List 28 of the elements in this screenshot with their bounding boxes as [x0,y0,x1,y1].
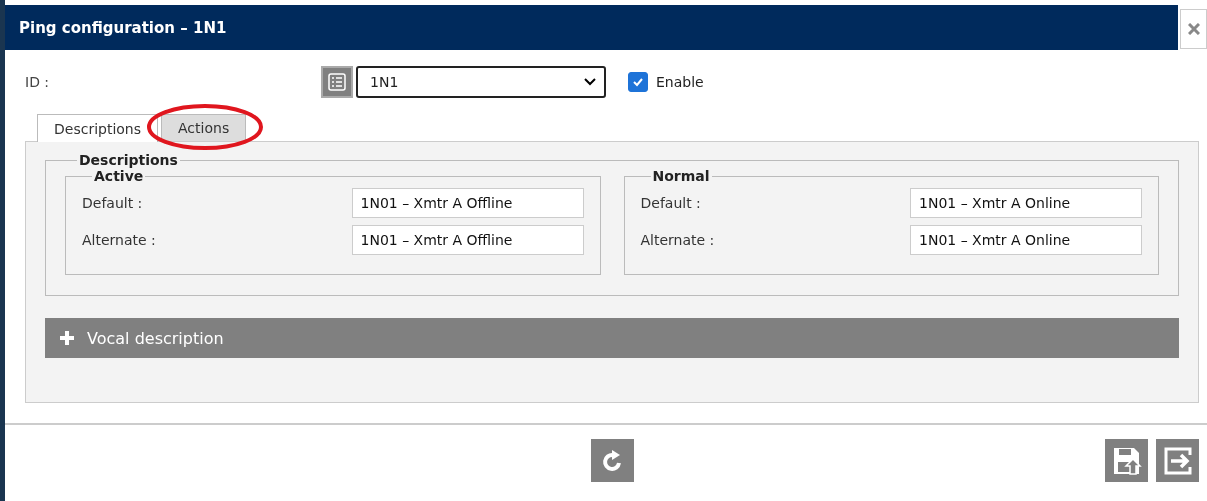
tab[interactable]: Descriptions [37,114,159,142]
list-icon [328,73,346,91]
close-icon [1187,23,1200,35]
text-field[interactable]: 1N01 – Xmtr A Online [910,225,1142,255]
close-button[interactable] [1180,9,1207,49]
subgroup-title: Normal [651,168,711,184]
group-title: Descriptions [78,152,179,168]
id-label: ID : [25,74,51,90]
save-button[interactable] [1105,439,1148,482]
text-field[interactable]: 1N01 – Xmtr A Offline [351,188,584,218]
vocal-description-bar[interactable]: Vocal description [45,318,1179,358]
field-label: Default : [640,195,701,211]
field-label: Alternate : [640,232,715,248]
chevron-down-icon [584,78,596,86]
enable-checkbox[interactable] [628,72,648,92]
text-field[interactable]: 1N01 – Xmtr A Offline [351,225,584,255]
section-title: Vocal description [87,328,224,348]
tab[interactable]: Actions [161,114,247,141]
id-select[interactable]: 1N1 [356,66,606,98]
field-label: Default : [82,195,143,211]
enable-label: Enable [656,74,704,90]
list-button[interactable] [321,66,353,98]
refresh-button[interactable] [591,439,634,482]
exit-button[interactable] [1156,439,1199,482]
window-title: Ping configuration – 1N1 [19,18,227,37]
text-field[interactable]: 1N01 – Xmtr A Online [910,188,1142,218]
field-label: Alternate : [82,232,156,248]
subgroup-title: Active [93,168,145,184]
